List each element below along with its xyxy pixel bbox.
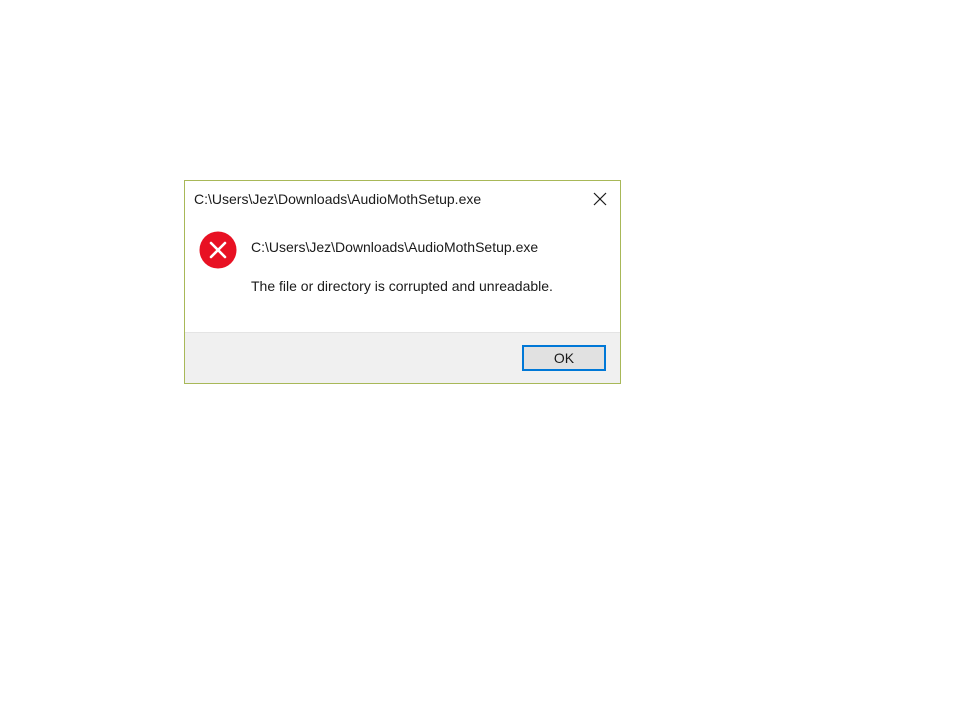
ok-button[interactable]: OK [522,345,606,371]
error-icon [199,231,237,269]
close-icon [593,192,607,206]
dialog-footer: OK [185,332,620,383]
desktop-background: C:\Users\Jez\Downloads\AudioMothSetup.ex… [0,0,960,720]
dialog-content: C:\Users\Jez\Downloads\AudioMothSetup.ex… [185,217,620,333]
ok-button-label: OK [553,350,575,366]
dialog-titlebar[interactable]: C:\Users\Jez\Downloads\AudioMothSetup.ex… [185,181,620,217]
close-button[interactable] [586,185,614,213]
dialog-title: C:\Users\Jez\Downloads\AudioMothSetup.ex… [194,191,482,207]
error-dialog: C:\Users\Jez\Downloads\AudioMothSetup.ex… [184,180,621,384]
message-text: The file or directory is corrupted and u… [251,278,553,294]
message-path: C:\Users\Jez\Downloads\AudioMothSetup.ex… [251,239,539,255]
